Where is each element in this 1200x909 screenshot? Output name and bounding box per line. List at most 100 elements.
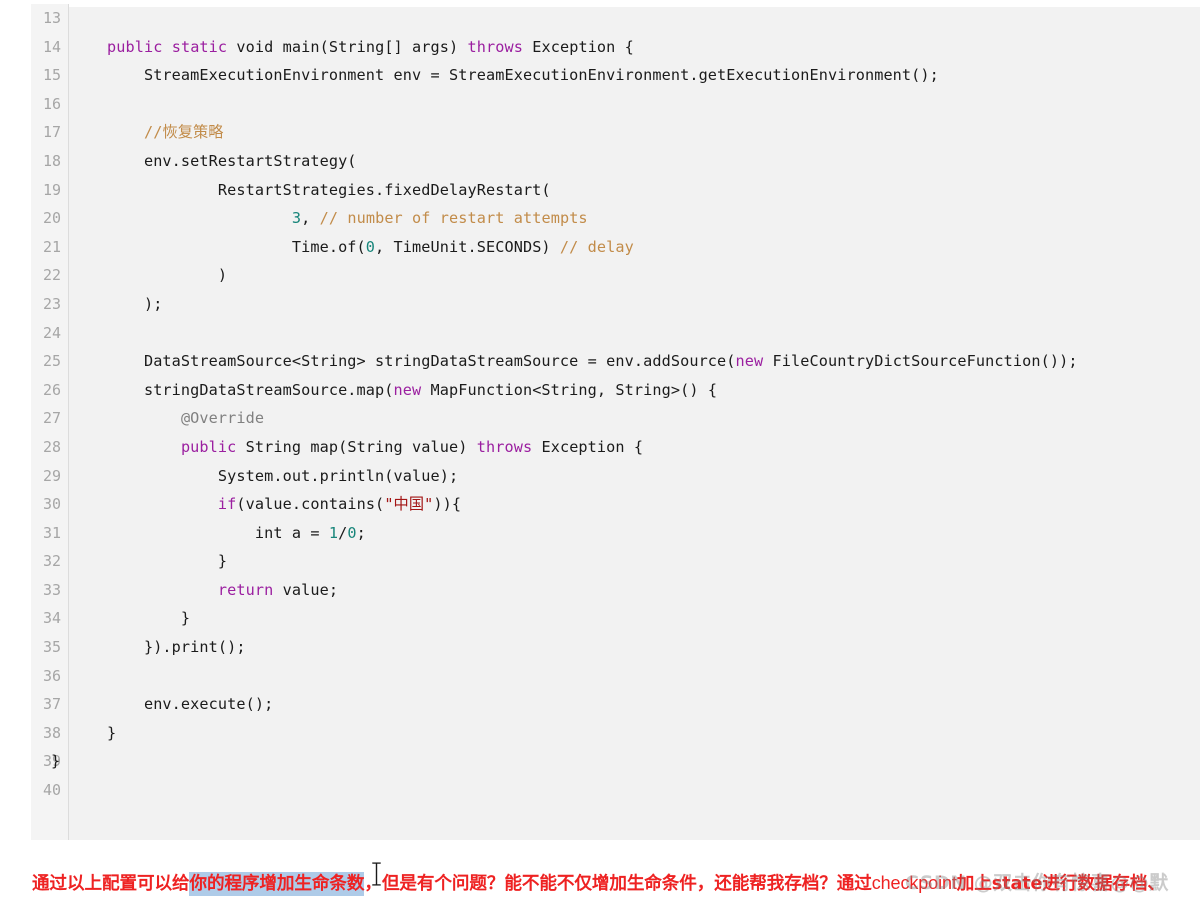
caption-segment[interactable]: ，但是有个问题？能不能不仅增加生命条件，还能帮我存档？通过 xyxy=(364,874,871,894)
code-line[interactable]: 29 System.out.println(value); xyxy=(31,462,1200,491)
code-line[interactable]: 26 stringDataStreamSource.map(new MapFun… xyxy=(31,376,1200,405)
line-number: 38 xyxy=(42,723,61,742)
code-line-text[interactable]: 3, // number of restart attempts xyxy=(70,204,588,233)
code-line[interactable]: 32 } xyxy=(31,547,1200,576)
code-line[interactable]: 27 @Override xyxy=(31,404,1200,433)
code-line-text[interactable]: public static void main(String[] args) t… xyxy=(70,33,634,62)
code-line[interactable]: 25 DataStreamSource<String> stringDataSt… xyxy=(31,347,1200,376)
code-line-text[interactable]: System.out.println(value); xyxy=(70,462,458,491)
code-line-text[interactable]: public String map(String value) throws E… xyxy=(70,433,643,462)
code-token: public xyxy=(180,437,237,456)
code-token: , TimeUnit.SECONDS) xyxy=(375,237,560,256)
line-number: 25 xyxy=(42,352,61,371)
code-line-text[interactable]: } xyxy=(70,604,190,633)
code-token: ) xyxy=(70,266,228,285)
code-line[interactable]: 39} xyxy=(31,747,1200,776)
code-line[interactable]: 17 //恢复策略 xyxy=(31,118,1200,147)
code-line[interactable]: 14 public static void main(String[] args… xyxy=(31,33,1200,62)
code-line-text[interactable]: stringDataStreamSource.map(new MapFuncti… xyxy=(70,376,717,405)
code-content-area[interactable]: 13 14 public static void main(String[] ar… xyxy=(31,4,1200,840)
code-line-text[interactable]: DataStreamSource<String> stringDataStrea… xyxy=(70,347,1078,376)
line-number: 35 xyxy=(42,638,61,657)
line-number: 19 xyxy=(42,180,61,199)
line-number: 32 xyxy=(42,552,61,571)
code-line[interactable]: 28 public String map(String value) throw… xyxy=(31,433,1200,462)
caption-text[interactable]: 通过以上配置可以给你的程序增加生命条数，但是有个问题？能不能不仅增加生命条件，还… xyxy=(32,862,1165,905)
code-line[interactable]: 38 } xyxy=(31,719,1200,748)
code-token: 0 xyxy=(347,523,357,542)
code-line-text[interactable]: env.setRestartStrategy( xyxy=(70,147,357,176)
code-token: } xyxy=(70,552,228,571)
code-token: throws xyxy=(476,437,533,456)
code-token: Exception { xyxy=(522,37,634,56)
code-token: / xyxy=(338,523,348,542)
code-token: Time.of( xyxy=(70,237,366,256)
code-line[interactable]: 24 xyxy=(31,319,1200,348)
code-token: StreamExecutionEnvironment env = StreamE… xyxy=(70,66,939,85)
code-token: new xyxy=(735,352,764,371)
code-line[interactable]: 33 return value; xyxy=(31,576,1200,605)
code-line[interactable]: 22 ) xyxy=(31,261,1200,290)
code-token: return xyxy=(217,580,274,599)
code-line[interactable]: 35 }).print(); xyxy=(31,633,1200,662)
caption-segment[interactable]: 加上state进行数据存档、 xyxy=(957,874,1165,894)
code-editor-panel[interactable]: 13 14 public static void main(String[] ar… xyxy=(31,4,1200,840)
code-line[interactable]: 15 StreamExecutionEnvironment env = Stre… xyxy=(31,61,1200,90)
code-token: @Override xyxy=(180,409,265,428)
code-line[interactable]: 37 env.execute(); xyxy=(31,690,1200,719)
code-line[interactable]: 21 Time.of(0, TimeUnit.SECONDS) // delay xyxy=(31,233,1200,262)
line-number: 15 xyxy=(42,66,61,85)
line-number: 17 xyxy=(42,123,61,142)
caption-segment[interactable]: checkpoint xyxy=(872,873,957,893)
code-line-text[interactable]: ); xyxy=(70,290,162,319)
caption-segment[interactable]: 通过以上配置可以给 xyxy=(32,874,190,894)
code-line[interactable]: 16 xyxy=(31,90,1200,119)
line-number: 22 xyxy=(42,266,61,285)
code-line[interactable]: 34 } xyxy=(31,604,1200,633)
code-line[interactable]: 19 RestartStrategies.fixedDelayRestart( xyxy=(31,176,1200,205)
code-line-text[interactable]: } xyxy=(70,719,116,748)
code-line[interactable]: 31 int a = 1/0; xyxy=(31,519,1200,548)
line-number: 36 xyxy=(42,666,61,685)
line-number: 40 xyxy=(42,781,61,800)
code-line[interactable]: 18 env.setRestartStrategy( xyxy=(31,147,1200,176)
code-token: ; xyxy=(356,523,366,542)
code-line-text[interactable]: @Override xyxy=(70,404,264,433)
code-token: if xyxy=(217,495,237,514)
code-line[interactable]: 23 ); xyxy=(31,290,1200,319)
line-number: 27 xyxy=(42,409,61,428)
code-token: ); xyxy=(70,294,163,313)
code-token: value; xyxy=(273,580,339,599)
line-number: 14 xyxy=(42,37,61,56)
code-line-text[interactable]: env.execute(); xyxy=(70,690,273,719)
code-token: Exception { xyxy=(532,437,644,456)
code-line[interactable]: 40 xyxy=(31,776,1200,805)
code-line-text[interactable]: int a = 1/0; xyxy=(70,519,366,548)
code-token: "中国" xyxy=(384,495,434,514)
code-line-text[interactable]: } xyxy=(70,547,227,576)
code-line-text[interactable]: if(value.contains("中国")){ xyxy=(70,490,461,519)
code-line[interactable]: 13 xyxy=(31,4,1200,33)
code-token: 3 xyxy=(291,209,302,228)
code-token: throws xyxy=(467,37,523,56)
caption-selected-text[interactable]: 你的程序增加生命条数 xyxy=(189,872,365,896)
code-line-text[interactable]: return value; xyxy=(70,576,338,605)
code-line[interactable]: 20 3, // number of restart attempts xyxy=(31,204,1200,233)
code-line-text[interactable]: } xyxy=(51,747,60,776)
code-line-text[interactable]: RestartStrategies.fixedDelayRestart( xyxy=(70,176,551,205)
line-number: 30 xyxy=(42,495,61,514)
code-line-text[interactable]: //恢复策略 xyxy=(70,118,224,147)
code-line-text[interactable]: StreamExecutionEnvironment env = StreamE… xyxy=(70,61,939,90)
code-token: )){ xyxy=(433,495,462,514)
code-line-text[interactable]: ) xyxy=(70,261,227,290)
code-line-text[interactable]: }).print(); xyxy=(70,633,246,662)
line-number: 26 xyxy=(42,380,61,399)
code-line[interactable]: 30 if(value.contains("中国")){ xyxy=(31,490,1200,519)
code-line-text[interactable]: Time.of(0, TimeUnit.SECONDS) // delay xyxy=(70,233,634,262)
code-line[interactable]: 36 xyxy=(31,662,1200,691)
